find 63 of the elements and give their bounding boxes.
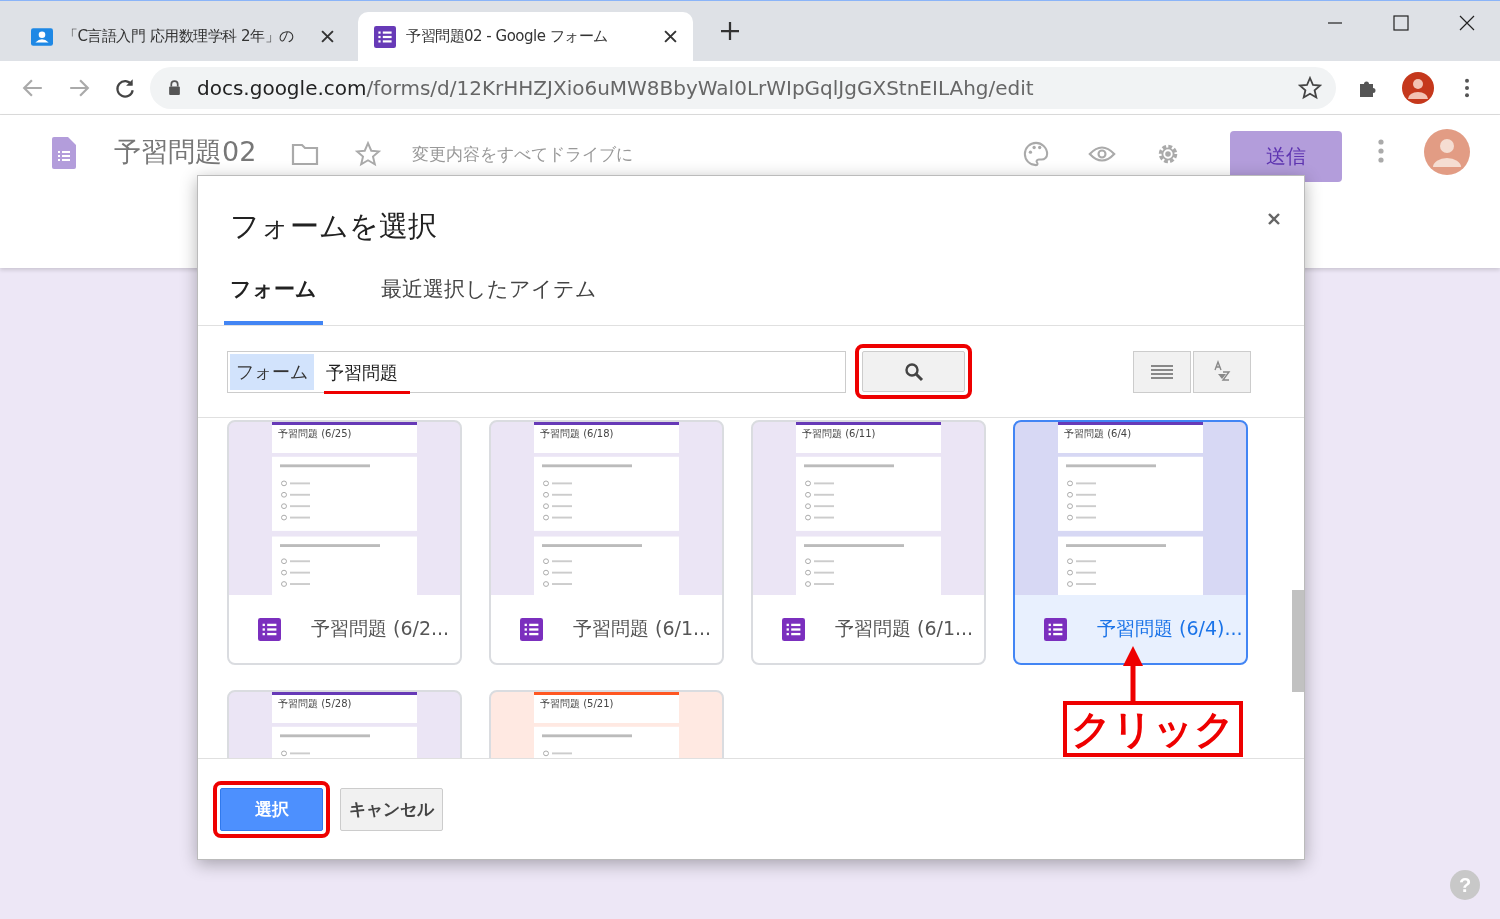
forms-icon — [1044, 617, 1067, 641]
form-card[interactable]: 予習問題 (6/25) 予習問題 (6/2... — [227, 420, 462, 665]
close-icon[interactable] — [664, 30, 677, 43]
bookmark-star-icon[interactable] — [1298, 75, 1322, 100]
thumbnail-title: 予習問題 (6/4) — [1064, 427, 1133, 441]
dialog-tab[interactable]: 最近選択したアイテム — [375, 275, 603, 325]
tab-title: 予習問題02 - Google フォーム — [406, 27, 609, 46]
form-card[interactable]: 予習問題 (6/11) 予習問題 (6/1... — [751, 420, 986, 665]
thumbnail-title: 予習問題 (6/25) — [278, 427, 353, 441]
more-icon[interactable] — [1378, 139, 1384, 163]
search-value: 予習問題 — [324, 355, 410, 394]
form-name: 予習問題 (6/2... — [311, 616, 450, 641]
avatar-icon[interactable] — [1424, 129, 1470, 175]
form-name: 予習問題 (6/1... — [835, 616, 974, 641]
lock-icon — [168, 80, 181, 95]
sort-az-icon — [1213, 359, 1231, 384]
browser-tab[interactable]: 「C言語入門 応用数理学科 2年」の — [15, 12, 350, 61]
list-icon — [1151, 363, 1173, 380]
new-tab-icon[interactable] — [721, 22, 739, 40]
close-icon[interactable] — [321, 30, 334, 43]
form-document-icon[interactable] — [52, 137, 76, 169]
star-icon[interactable] — [354, 141, 383, 167]
search-icon — [903, 361, 924, 382]
url-text: docs.google.com/forms/d/12KrHHZJXio6uMW8BbyWal0LrWIpGqlJgGXStnEILAhg/edit — [197, 75, 1035, 100]
form-name: 予習問題 (6/1... — [573, 616, 712, 641]
folder-icon[interactable] — [291, 141, 320, 167]
browser-tab[interactable]: 予習問題02 - Google フォーム — [358, 12, 693, 61]
forms-icon — [374, 25, 396, 48]
form-card[interactable]: 予習問題 (6/18) 予習問題 (6/1... — [489, 420, 724, 665]
close-icon[interactable] — [1459, 15, 1475, 31]
palette-icon[interactable] — [1022, 141, 1050, 167]
forms-icon — [258, 617, 281, 641]
annotation-arrow — [1121, 646, 1145, 702]
close-icon[interactable] — [1268, 213, 1280, 225]
search-button[interactable] — [862, 351, 965, 392]
form-title[interactable]: 予習問題02 — [114, 135, 257, 169]
form-card[interactable]: 予習問題 (6/4) 予習問題 (6/4)... — [1013, 420, 1248, 665]
maximize-icon[interactable] — [1393, 15, 1409, 31]
classroom-icon — [31, 25, 53, 48]
form-card[interactable]: 予習問題 (5/28) — [227, 690, 462, 758]
form-name: 予習問題 (6/4)... — [1097, 616, 1243, 641]
dialog-title: フォームを選択 — [230, 208, 438, 245]
list-view-button[interactable] — [1133, 350, 1191, 393]
dialog-tab[interactable]: フォーム — [224, 275, 323, 325]
thumbnail-title: 予習問題 (5/21) — [540, 697, 615, 711]
reload-icon[interactable] — [114, 76, 136, 99]
annotation-label: クリック — [1063, 701, 1243, 757]
sort-button[interactable] — [1193, 350, 1251, 393]
thumbnail-title: 予習問題 (6/18) — [540, 427, 615, 441]
address-bar[interactable]: docs.google.com/forms/d/12KrHHZJXio6uMW8BbyWal0LrWIpGqlJgGXStnEILAhg/edit — [150, 66, 1336, 109]
forms-icon — [520, 617, 543, 641]
form-card[interactable]: 予習問題 (5/21) — [489, 690, 724, 758]
tab-title: 「C言語入門 応用数理学科 2年」の — [63, 27, 295, 46]
thumbnail-title: 予習問題 (6/11) — [802, 427, 877, 441]
thumbnail-title: 予習問題 (5/28) — [278, 697, 353, 711]
filter-chip: フォーム — [230, 353, 314, 390]
avatar-icon[interactable] — [1402, 71, 1434, 104]
cancel-button[interactable]: キャンセル — [340, 787, 443, 831]
save-status: 変更内容をすべてドライブに — [412, 143, 634, 166]
forms-icon — [782, 617, 805, 641]
scrollbar-thumb[interactable] — [1292, 590, 1304, 692]
menu-icon[interactable] — [1464, 77, 1470, 98]
search-field[interactable]: フォーム 予習問題 — [227, 350, 846, 393]
